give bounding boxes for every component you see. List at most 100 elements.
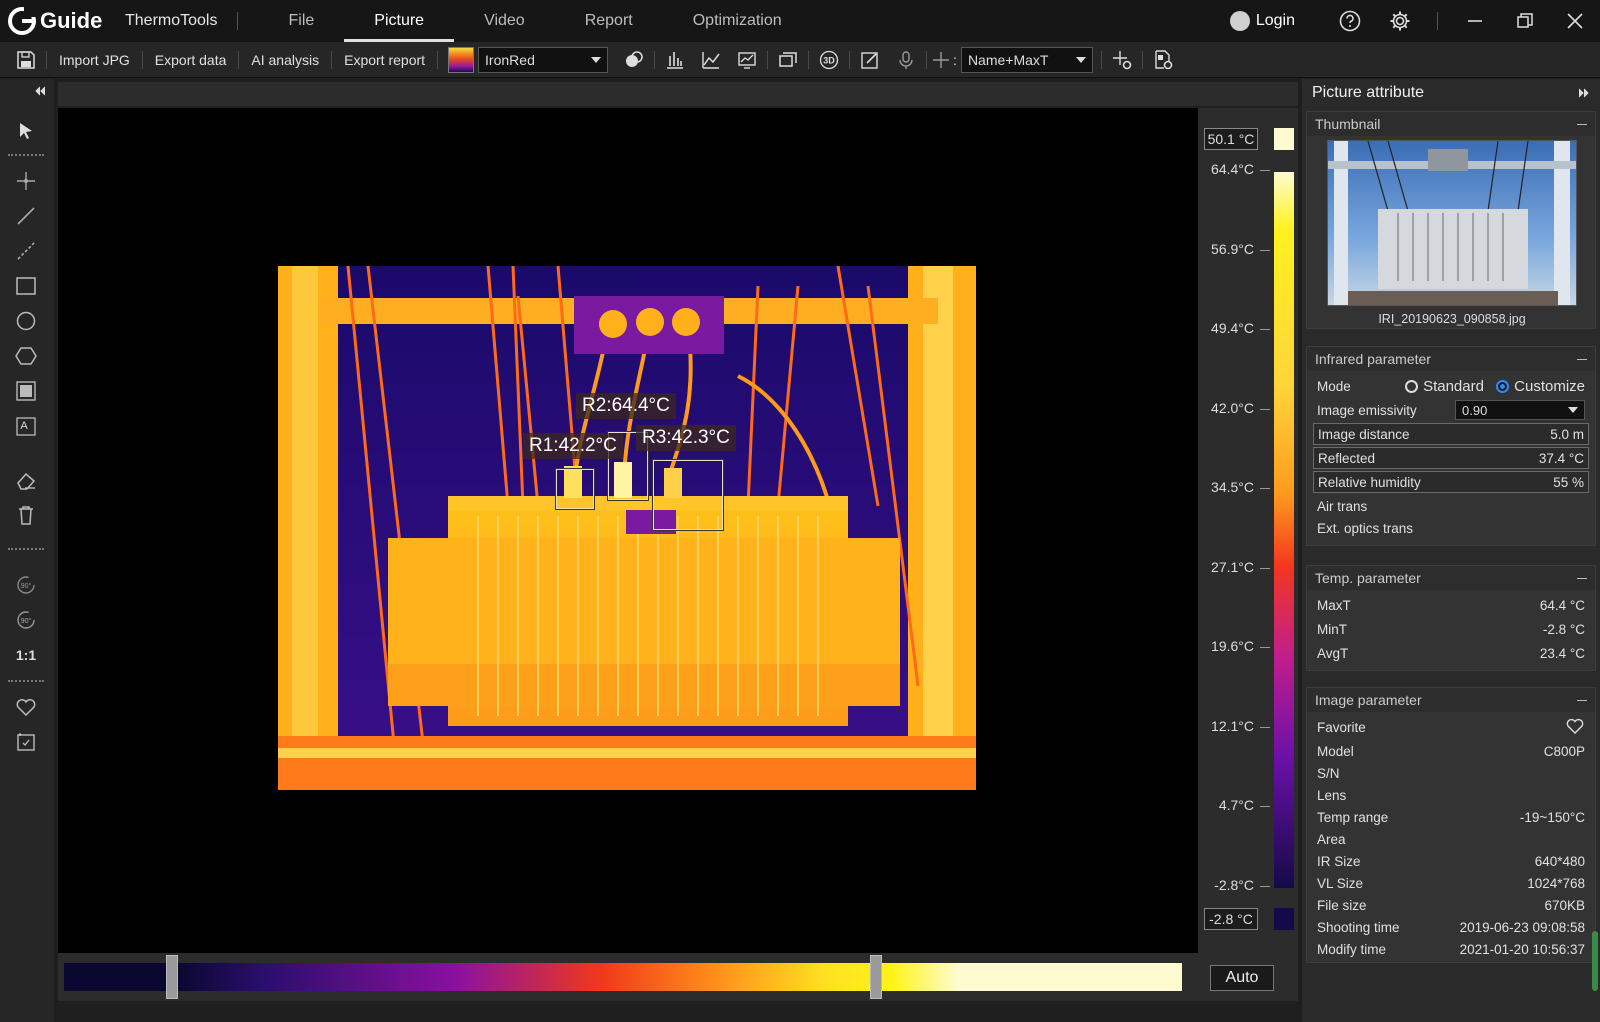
- minimize-section-icon[interactable]: [1577, 699, 1587, 701]
- actual-size-button[interactable]: 1:1: [12, 641, 40, 669]
- trend-button[interactable]: [693, 45, 729, 75]
- settings-button[interactable]: [1375, 0, 1425, 42]
- scale-tick-label: 64.4°C: [1211, 161, 1254, 177]
- tab-optimization[interactable]: Optimization: [663, 0, 812, 42]
- palette-select[interactable]: IronRed: [478, 46, 609, 73]
- range-gradient[interactable]: [64, 963, 1182, 991]
- image-param-value: 2021-01-20 10:56:37: [1459, 941, 1585, 957]
- label-cursor-button[interactable]: [929, 45, 953, 75]
- image-viewport[interactable]: R1:42.2°C R2:64.4°C R3:42.3°C: [58, 108, 1198, 953]
- divider: [926, 50, 928, 69]
- palette-swatch[interactable]: [448, 46, 475, 73]
- scale-tick-mark: [1260, 806, 1270, 808]
- reflected-label: Reflected: [1318, 450, 1376, 466]
- import-jpg-button[interactable]: Import JPG: [49, 52, 140, 68]
- eraser-icon: [17, 472, 36, 490]
- tab-report[interactable]: Report: [555, 0, 663, 42]
- analysis-chart-button[interactable]: [729, 45, 765, 75]
- restore-button[interactable]: [1500, 0, 1550, 42]
- polygon-tool[interactable]: [12, 342, 40, 370]
- roi-box-r3[interactable]: [652, 459, 724, 531]
- range-max-handle[interactable]: [870, 955, 882, 999]
- select-tool[interactable]: [12, 117, 40, 145]
- roi-box-r1[interactable]: [555, 468, 595, 510]
- ai-analysis-button[interactable]: AI analysis: [241, 52, 329, 68]
- cursor-settings-button[interactable]: [1104, 45, 1140, 75]
- snapshot-button[interactable]: [12, 728, 40, 756]
- divider: [237, 12, 239, 30]
- 3d-view-button[interactable]: 3D: [811, 45, 847, 75]
- emissivity-select[interactable]: 0.90: [1455, 400, 1585, 420]
- distance-label: Image distance: [1318, 426, 1410, 442]
- mode-customize-radio[interactable]: Customize: [1496, 378, 1585, 395]
- ellipse-tool[interactable]: [12, 307, 40, 335]
- export-report-button[interactable]: Export report: [334, 52, 435, 68]
- minimize-section-icon[interactable]: [1577, 123, 1587, 125]
- frame-icon: [16, 381, 36, 401]
- thermal-image[interactable]: R1:42.2°C R2:64.4°C R3:42.3°C: [278, 266, 976, 790]
- save-button[interactable]: [8, 45, 44, 75]
- export-data-button[interactable]: Export data: [145, 52, 237, 68]
- panel-scrollbar[interactable]: [1592, 931, 1598, 991]
- isotherm-button[interactable]: [616, 45, 652, 75]
- temp-title: Temp. parameter: [1315, 570, 1421, 586]
- line-tool[interactable]: [12, 202, 40, 230]
- humidity-field[interactable]: Relative humidity 55 %: [1313, 471, 1589, 493]
- edit-button[interactable]: [852, 45, 888, 75]
- image-parameter-section: Image parameter Favorite Model C800P S/N Le…: [1306, 687, 1596, 963]
- visible-thumbnail[interactable]: [1327, 140, 1577, 306]
- image-param-row: IR Size 640*480: [1313, 850, 1589, 872]
- distance-field[interactable]: Image distance 5.0 m: [1313, 423, 1589, 445]
- polyline-tool[interactable]: [12, 237, 40, 265]
- file-settings-icon: [1155, 49, 1173, 69]
- scale-max-box[interactable]: 50.1 °C: [1204, 128, 1258, 150]
- tab-picture[interactable]: Picture: [344, 0, 454, 42]
- tab-video[interactable]: Video: [454, 0, 555, 42]
- image-param-value: -19~150°C: [1519, 809, 1585, 825]
- delete-tool[interactable]: [12, 501, 40, 529]
- minimize-section-icon[interactable]: [1577, 577, 1587, 579]
- infrared-title: Infrared parameter: [1315, 351, 1431, 367]
- mode-standard-radio[interactable]: Standard: [1405, 378, 1484, 395]
- scale-tick-mark: [1260, 408, 1270, 410]
- full-area-tool[interactable]: [12, 377, 40, 405]
- thumbnail-filename: IRI_20190623_090858.jpg: [1378, 312, 1526, 326]
- range-min-handle[interactable]: [166, 955, 178, 999]
- divider: [767, 50, 769, 69]
- login-label: Login: [1255, 12, 1295, 29]
- rotate-left-button[interactable]: 90°: [12, 571, 40, 599]
- mode-customize-label: Customize: [1514, 377, 1585, 395]
- fusion-button[interactable]: [770, 45, 806, 75]
- label-mode-select[interactable]: Name+MaxT: [960, 46, 1093, 73]
- favorite-toggle[interactable]: [1565, 716, 1585, 739]
- collapse-left-icon[interactable]: [34, 85, 46, 97]
- crosshair-icon: [933, 51, 950, 68]
- image-param-row: Shooting time 2019-06-23 09:08:58: [1313, 916, 1589, 938]
- minimize-button[interactable]: [1450, 0, 1500, 42]
- reflected-field[interactable]: Reflected 37.4 °C: [1313, 447, 1589, 469]
- auto-button[interactable]: Auto: [1210, 965, 1274, 991]
- text-tool[interactable]: A: [12, 412, 40, 440]
- close-button[interactable]: [1550, 0, 1600, 42]
- collapse-right-icon[interactable]: [1578, 87, 1590, 99]
- histogram-button[interactable]: [657, 45, 693, 75]
- mode-label: Mode: [1317, 378, 1351, 394]
- login-button[interactable]: Login: [1229, 11, 1295, 31]
- image-param-label: Model: [1317, 743, 1354, 759]
- scale-min-box[interactable]: -2.8 °C: [1204, 908, 1258, 930]
- thumbnail-header: Thumbnail: [1307, 112, 1595, 136]
- rotate-right-button[interactable]: 90°: [12, 606, 40, 634]
- roi-label-r2: R2:64.4°C: [576, 393, 676, 419]
- voice-button[interactable]: [888, 45, 924, 75]
- help-button[interactable]: [1325, 0, 1375, 42]
- edit-icon: [861, 51, 878, 69]
- eraser-tool[interactable]: [12, 466, 40, 494]
- tab-file[interactable]: File: [258, 0, 344, 42]
- image-settings-button[interactable]: [1145, 45, 1181, 75]
- cursor-arrow-icon: [20, 123, 32, 139]
- minimize-section-icon[interactable]: [1577, 358, 1587, 360]
- point-tool[interactable]: [12, 167, 40, 195]
- rectangle-tool[interactable]: [12, 272, 40, 300]
- favorite-button[interactable]: [12, 693, 40, 721]
- image-param-label: Area: [1317, 831, 1346, 847]
